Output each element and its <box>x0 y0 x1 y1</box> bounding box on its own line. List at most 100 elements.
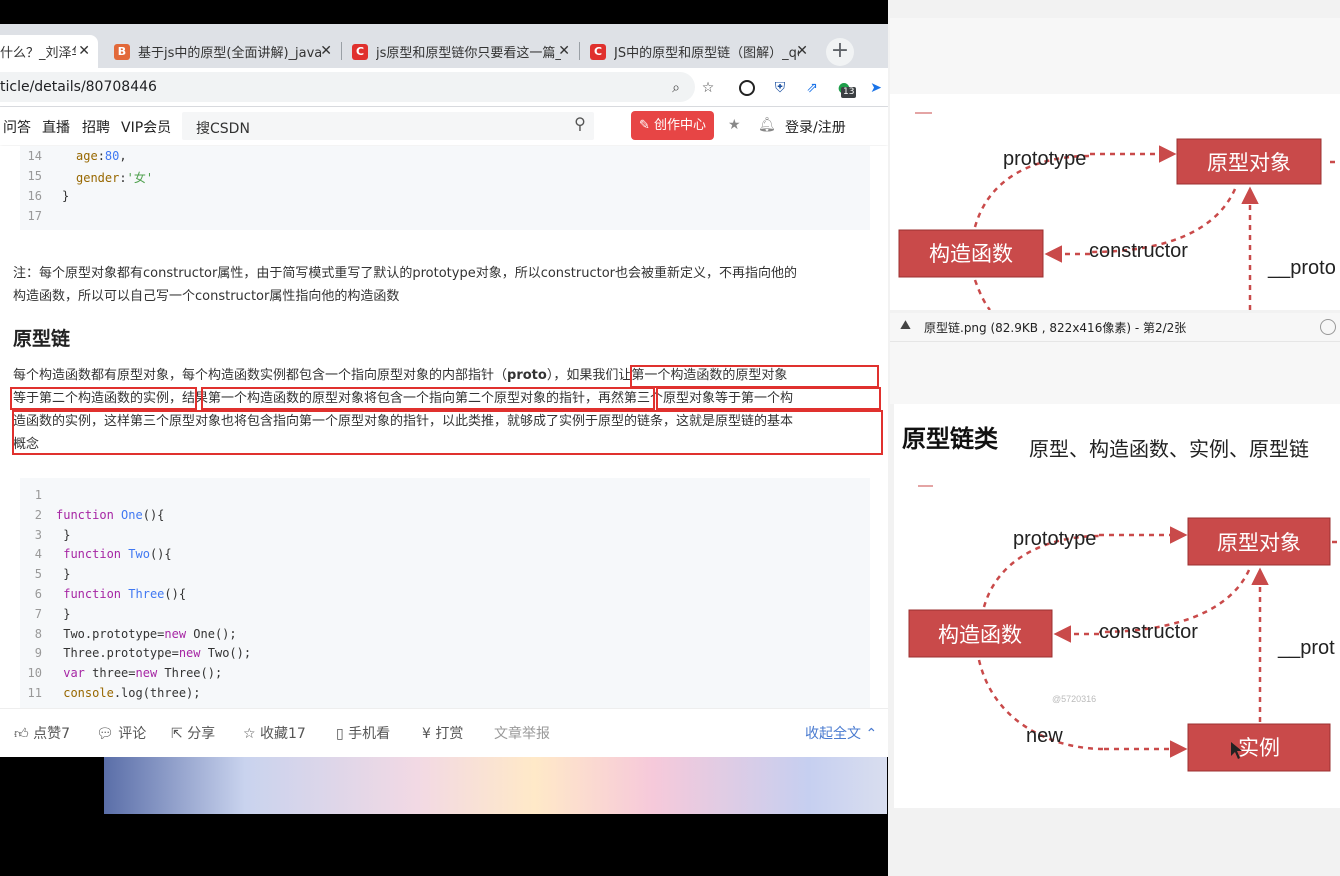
tab-title: js原型和原型链你只要看这一篇_c <box>376 46 561 61</box>
diagram-box-constructor-fn: 构造函数 <box>929 243 1013 266</box>
share-extension-icon[interactable]: ⇗ <box>803 79 821 97</box>
line-number: 3 <box>34 528 42 542</box>
diagram-label-proto-link: __proto <box>1267 257 1336 279</box>
tab-title: 什么？_刘泽华 <box>0 46 76 61</box>
collapse-button[interactable]: 收起全文 ⌃ <box>805 723 877 743</box>
diagram-subtitle: 原型、构造函数、实例、原型链 <box>1029 437 1309 461</box>
extension-ring-icon[interactable] <box>739 80 755 96</box>
tab-close-icon[interactable]: ✕ <box>796 43 808 59</box>
prototype-chain-diagram: 原型链类 原型、构造函数、实例、原型链 prototype 原型对象 构造函数 … <box>902 425 1340 772</box>
login-link[interactable]: 登录/注册 <box>785 117 846 137</box>
line-number: 5 <box>34 567 42 581</box>
line-number: 9 <box>34 646 42 660</box>
line-number: 7 <box>34 607 42 621</box>
notification-bell-icon[interactable]: 🔔︎ <box>758 117 776 133</box>
nav-link-vip[interactable]: VIP会员 <box>121 117 171 137</box>
phone-icon: ▯ <box>336 726 344 742</box>
code-line: function Three(){ <box>63 587 187 601</box>
nav-link-qa[interactable]: 问答 <box>3 117 31 137</box>
browser-window: 什么？_刘泽华 ✕ B 基于js中的原型(全面讲解)_javasc ✕ C js… <box>0 0 888 757</box>
bookmark-star-icon[interactable]: ☆ <box>699 79 717 97</box>
diagram-label-constructor: constructor <box>1089 240 1188 262</box>
code-line: age:80, <box>76 149 127 163</box>
code-line: console.log(three); <box>63 686 201 700</box>
screen-top-edge <box>0 0 888 24</box>
nav-link-live[interactable]: 直播 <box>42 117 70 137</box>
bird-extension-icon[interactable]: ➤ <box>867 79 885 97</box>
favorite-star-icon[interactable]: ★ <box>728 117 741 133</box>
address-bar[interactable]: ticle/details/80708446 <box>0 72 695 102</box>
search-placeholder: 搜CSDN <box>196 121 250 137</box>
reward-button[interactable]: ¥ 打赏 <box>422 723 463 743</box>
image-icon: ⛰ <box>900 318 911 333</box>
tab-close-icon[interactable]: ✕ <box>320 43 332 59</box>
tab-item[interactable]: B 基于js中的原型(全面讲解)_javasc ✕ <box>104 35 340 68</box>
paragraph-bold: proto <box>507 368 547 383</box>
line-number: 8 <box>34 627 42 641</box>
share-button[interactable]: ⇱ 分享 <box>171 723 215 743</box>
highlight-box <box>630 365 879 388</box>
shield-icon[interactable]: ⛨ <box>771 79 789 97</box>
viewer-title-bar: ⛰ 原型链.png (82.9KB , 822x416像素) - 第2/2张 <box>890 313 1340 342</box>
code-block-main: 1 2 function One(){ 3 } 4 function Two()… <box>20 478 870 708</box>
line-number: 15 <box>27 169 42 183</box>
csdn-favicon-icon: C <box>352 43 368 60</box>
tab-item[interactable]: C JS中的原型和原型链（图解）_qq ✕ <box>580 35 816 68</box>
csdn-favicon-icon: C <box>590 43 606 60</box>
diagram-image-main: 原型链类 原型、构造函数、实例、原型链 prototype 原型对象 构造函数 … <box>894 404 1340 808</box>
create-center-button[interactable]: ✎ 创作中心 <box>631 111 714 140</box>
line-number: 10 <box>27 666 42 680</box>
diagram-label-prototype: prototype <box>1003 148 1086 170</box>
code-block-top: 14 age:80, 15 gender:'女' 16 } 17 <box>20 146 870 230</box>
tab-title: 基于js中的原型(全面讲解)_javasc <box>138 46 323 61</box>
diagram-watermark: @5720316 <box>1052 694 1096 704</box>
csdn-navbar: 问答 直播 招聘 VIP会员 搜CSDN ⚲ ✎ 创作中心 ★ 🔔︎ 登录/注册 <box>0 107 888 145</box>
search-input[interactable]: 搜CSDN ⚲ <box>182 112 594 140</box>
diagram-label-proto-link: __prot <box>1277 637 1335 659</box>
line-number: 2 <box>34 508 42 522</box>
diagram-label-new: new <box>1026 725 1063 747</box>
thumbs-up-icon: 👍︎ <box>14 726 29 742</box>
diagram-label-constructor: constructor <box>1099 621 1198 643</box>
tab-item[interactable]: C js原型和原型链你只要看这一篇_c ✕ <box>342 35 578 68</box>
diagram-box-constructor-fn: 构造函数 <box>938 624 1022 647</box>
tab-close-icon[interactable]: ✕ <box>558 43 570 59</box>
comment-button[interactable]: 💬︎ 评论 <box>96 723 146 743</box>
line-number: 16 <box>27 189 42 203</box>
highlight-box <box>12 410 883 455</box>
like-button[interactable]: 👍︎ 点赞7 <box>14 723 70 743</box>
tab-title: JS中的原型和原型链（图解）_qq <box>614 46 799 61</box>
code-line: Three.prototype=new Two(); <box>56 646 252 660</box>
highlight-box <box>10 387 197 410</box>
mobile-view-button[interactable]: ▯ 手机看 <box>336 723 390 743</box>
tab-active[interactable]: 什么？_刘泽华 ✕ <box>0 35 98 68</box>
tab-close-icon[interactable]: ✕ <box>78 43 90 59</box>
code-line: } <box>56 528 71 542</box>
section-heading: 原型链 <box>13 328 71 350</box>
create-center-label: 创作中心 <box>654 118 707 133</box>
chevron-up-icon: ⌃ <box>865 726 878 742</box>
viewer-canvas-margin <box>890 342 1340 404</box>
star-icon: ☆ <box>243 726 256 742</box>
diagram-box-instance: 实例 <box>1238 737 1280 760</box>
code-line: var three=new Three(); <box>63 666 223 680</box>
code-line: } <box>62 189 70 203</box>
nav-link-jobs[interactable]: 招聘 <box>82 117 110 137</box>
code-line: Two.prototype=new One(); <box>56 627 237 641</box>
favorite-button[interactable]: ☆ 收藏17 <box>243 723 306 743</box>
search-icon[interactable]: ⚲ <box>566 114 594 138</box>
zoom-icon[interactable]: ⌕ <box>667 79 685 97</box>
pen-icon: ✎ <box>638 118 650 133</box>
extension-badge: 13 <box>841 87 857 98</box>
line-number: 11 <box>27 686 42 700</box>
new-tab-button[interactable]: + <box>826 38 854 66</box>
code-line: gender:'女' <box>76 171 154 185</box>
report-link[interactable]: 文章举报 <box>494 723 550 743</box>
search-icon[interactable] <box>1320 319 1336 335</box>
favorite-label: 收藏17 <box>260 726 306 742</box>
paragraph-text: 每个构造函数都有原型对象，每个构造函数实例都包含一个指向原型对象的内部指针（ <box>13 368 508 383</box>
code-line: } <box>56 567 71 581</box>
mobile-label: 手机看 <box>348 726 391 742</box>
note-line: 注：每个原型对象都有constructor属性，由于简写模式重写了默认的prot… <box>13 266 798 281</box>
diagram-title: 原型链类 <box>902 425 999 453</box>
